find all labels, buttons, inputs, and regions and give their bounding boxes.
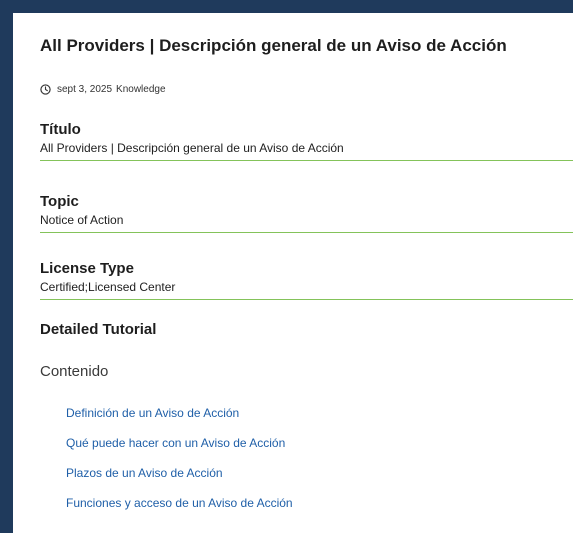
clock-icon xyxy=(40,84,51,95)
toc-link-definicion[interactable]: Definición de un Aviso de Acción xyxy=(66,406,239,420)
field-titulo: Título All Providers | Descripción gener… xyxy=(40,121,573,161)
field-topic: Topic Notice of Action xyxy=(40,193,573,233)
toc-link-que-puede-hacer[interactable]: Qué puede hacer con un Aviso de Acción xyxy=(66,436,285,450)
article-category: Knowledge xyxy=(116,84,166,95)
field-label: Título xyxy=(40,121,81,138)
article-panel: All Providers | Descripción general de u… xyxy=(13,13,573,533)
toc-link-plazos[interactable]: Plazos de un Aviso de Acción xyxy=(66,466,223,480)
field-value: All Providers | Descripción general de u… xyxy=(40,141,344,155)
table-of-contents: Definición de un Aviso de Acción Qué pue… xyxy=(66,403,293,523)
field-label: Topic xyxy=(40,193,79,210)
toc-item: Plazos de un Aviso de Acción xyxy=(66,463,293,493)
article-title: All Providers | Descripción general de u… xyxy=(40,36,507,55)
window-frame: All Providers | Descripción general de u… xyxy=(0,0,573,533)
article-date: sept 3, 2025 xyxy=(57,84,113,95)
field-value: Certified;Licensed Center xyxy=(40,280,176,294)
field-license-type: License Type Certified;Licensed Center xyxy=(40,260,573,300)
toc-link-funciones-acceso[interactable]: Funciones y acceso de un Aviso de Acción xyxy=(66,496,293,510)
detailed-tutorial-heading: Detailed Tutorial xyxy=(40,321,157,338)
field-label: License Type xyxy=(40,260,134,277)
toc-title: Contenido xyxy=(40,363,109,380)
article-meta: sept 3, 2025 Knowledge xyxy=(40,84,166,95)
field-value: Notice of Action xyxy=(40,213,124,227)
toc-item: Qué puede hacer con un Aviso de Acción xyxy=(66,433,293,463)
toc-item: Funciones y acceso de un Aviso de Acción xyxy=(66,493,293,523)
toc-item: Definición de un Aviso de Acción xyxy=(66,403,293,433)
